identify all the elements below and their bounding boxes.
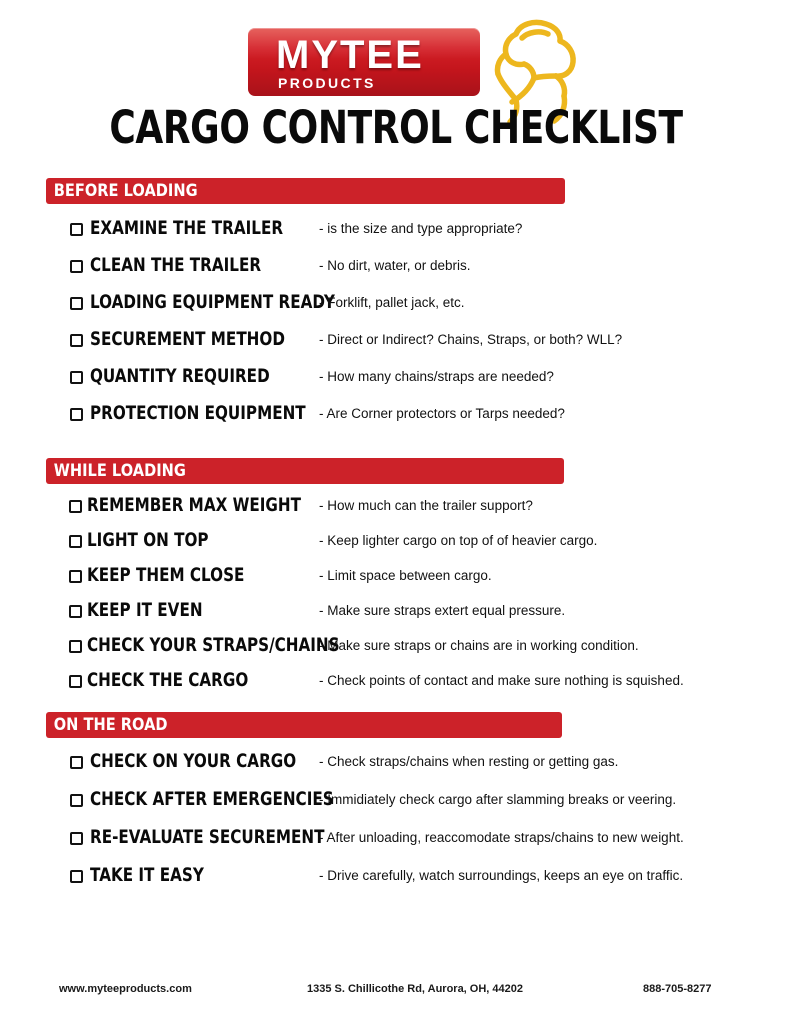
checklist-item-description: - Direct or Indirect? Chains, Straps, or… [319,332,623,347]
checklist-item-label: CLEAN THE TRAILER [90,254,262,276]
checklist-item-label: REMEMBER MAX WEIGHT [87,494,301,516]
checkbox[interactable] [69,535,82,548]
logo-wordmark-primary: MYTEE [276,33,424,77]
document-footer: www.myteeproducts.com 1335 S. Chillicoth… [0,983,792,1003]
checkbox[interactable] [70,756,83,769]
checklist-row[interactable]: TAKE IT EASY - Drive carefully, watch su… [46,859,683,897]
section-title: ON THE ROAD [53,715,168,735]
page-title: CARGO CONTROL CHECKLIST [109,101,683,154]
checklist-item-label: QUANTITY REQUIRED [90,365,270,387]
checkbox[interactable] [69,640,82,653]
section-header-bar: ON THE ROAD [46,712,562,738]
checkbox[interactable] [69,675,82,688]
checklist-item-description: - is the size and type appropriate? [319,221,523,236]
checklist-item-label: LOADING EQUIPMENT READY [90,291,335,313]
checklist-item-label: TAKE IT EASY [90,864,204,886]
logo-red-plate: MYTEE PRODUCTS [248,28,480,96]
mytee-products-logo: MYTEE PRODUCTS [248,19,576,125]
footer-website[interactable]: www.myteeproducts.com [59,983,192,995]
checklist-item-label: CHECK AFTER EMERGENCIES [90,788,334,810]
checklist-row[interactable]: CHECK THE CARGO - Check points of contac… [46,664,684,699]
checkbox[interactable] [70,371,83,384]
checkbox[interactable] [70,334,83,347]
checklist-item-label: SECUREMENT METHOD [90,328,285,350]
checkbox[interactable] [70,260,83,273]
checklist-item-description: - How many chains/straps are needed? [319,369,554,384]
checklist-row[interactable]: CLEAN THE TRAILER - No dirt, water, or d… [46,249,565,286]
checklist-section-before-loading: BEFORE LOADING EXAMINE THE TRAILER - is … [46,178,622,434]
section-header-bar: WHILE LOADING [46,458,564,484]
checklist-item-description: - Check points of contact and make sure … [319,673,684,688]
checklist-item-description: - Drive carefully, watch surroundings, k… [319,868,684,883]
checklist-row[interactable]: SECUREMENT METHOD - Direct or Indirect? … [46,323,622,360]
checklist-row[interactable]: RE-EVALUATE SECUREMENT - After unloading… [46,821,684,859]
checkbox[interactable] [70,408,83,421]
checklist-item-label: EXAMINE THE TRAILER [90,217,284,239]
checklist-row[interactable]: LOADING EQUIPMENT READY - Forklift, pall… [46,286,565,323]
checklist-row[interactable]: KEEP IT EVEN - Make sure straps extert e… [46,594,566,629]
checklist-row[interactable]: PROTECTION EQUIPMENT - Are Corner protec… [46,397,565,434]
checklist-items: EXAMINE THE TRAILER - is the size and ty… [46,204,622,434]
checklist-item-description: - After unloading, reaccomodate straps/c… [319,830,684,845]
checklist-item-label: CHECK YOUR STRAPS/CHAINS [87,634,340,656]
checkbox[interactable] [69,570,82,583]
checkbox[interactable] [70,794,83,807]
checklist-row[interactable]: QUANTITY REQUIRED - How many chains/stra… [46,360,565,397]
checkbox[interactable] [70,832,83,845]
checklist-item-description: - How much can the trailer support? [319,498,533,513]
checklist-row[interactable]: CHECK ON YOUR CARGO - Check straps/chain… [46,745,618,783]
footer-address: 1335 S. Chillicothe Rd, Aurora, OH, 4420… [307,983,523,995]
checklist-row[interactable]: CHECK YOUR STRAPS/CHAINS - Make sure str… [46,629,639,664]
section-header-bar: BEFORE LOADING [46,178,565,204]
checklist-item-label: PROTECTION EQUIPMENT [90,402,306,424]
checkbox[interactable] [70,297,83,310]
checklist-item-description: - Keep lighter cargo on top of of heavie… [319,533,598,548]
checkbox[interactable] [69,500,82,513]
checklist-items: CHECK ON YOUR CARGO - Check straps/chain… [46,738,684,897]
checkbox[interactable] [70,223,83,236]
checklist-item-label: KEEP THEM CLOSE [87,564,245,586]
checklist-row[interactable]: KEEP THEM CLOSE - Limit space between ca… [46,559,564,594]
checklist-item-description: - Make sure straps or chains are in work… [319,638,639,653]
document-header: MYTEE PRODUCTS CARGO CONTROL CHECKLIST [0,0,792,168]
checklist-section-while-loading: WHILE LOADING REMEMBER MAX WEIGHT - How … [46,458,684,699]
checklist-items: REMEMBER MAX WEIGHT - How much can the t… [46,484,684,699]
logo-wordmark-secondary: PRODUCTS [278,75,376,91]
checklist-item-description: - Forklift, pallet jack, etc. [319,295,465,310]
checklist-item-label: LIGHT ON TOP [87,529,209,551]
checkbox[interactable] [70,870,83,883]
checklist-item-description: - No dirt, water, or debris. [319,258,471,273]
checklist-row[interactable]: CHECK AFTER EMERGENCIES - Immidiately ch… [46,783,676,821]
checklist-item-description: - Check straps/chains when resting or ge… [319,754,619,769]
checklist-item-description: - Immidiately check cargo after slamming… [319,792,677,807]
checklist-row[interactable]: EXAMINE THE TRAILER - is the size and ty… [46,212,565,249]
checklist-row[interactable]: LIGHT ON TOP - Keep lighter cargo on top… [46,524,597,559]
section-title: BEFORE LOADING [53,181,198,201]
checklist-item-label: RE-EVALUATE SECUREMENT [90,826,325,848]
checklist-item-description: - Are Corner protectors or Tarps needed? [319,406,565,421]
section-title: WHILE LOADING [53,461,186,481]
checklist-item-label: CHECK ON YOUR CARGO [90,750,297,772]
checklist-item-label: KEEP IT EVEN [87,599,203,621]
footer-phone[interactable]: 888-705-8277 [643,983,712,995]
checklist-item-description: - Make sure straps extert equal pressure… [319,603,566,618]
checkbox[interactable] [69,605,82,618]
checklist-section-on-the-road: ON THE ROAD CHECK ON YOUR CARGO - Check … [46,712,684,897]
checklist-item-label: CHECK THE CARGO [87,669,249,691]
checklist-row[interactable]: REMEMBER MAX WEIGHT - How much can the t… [46,489,564,524]
checklist-item-description: - Limit space between cargo. [319,568,492,583]
